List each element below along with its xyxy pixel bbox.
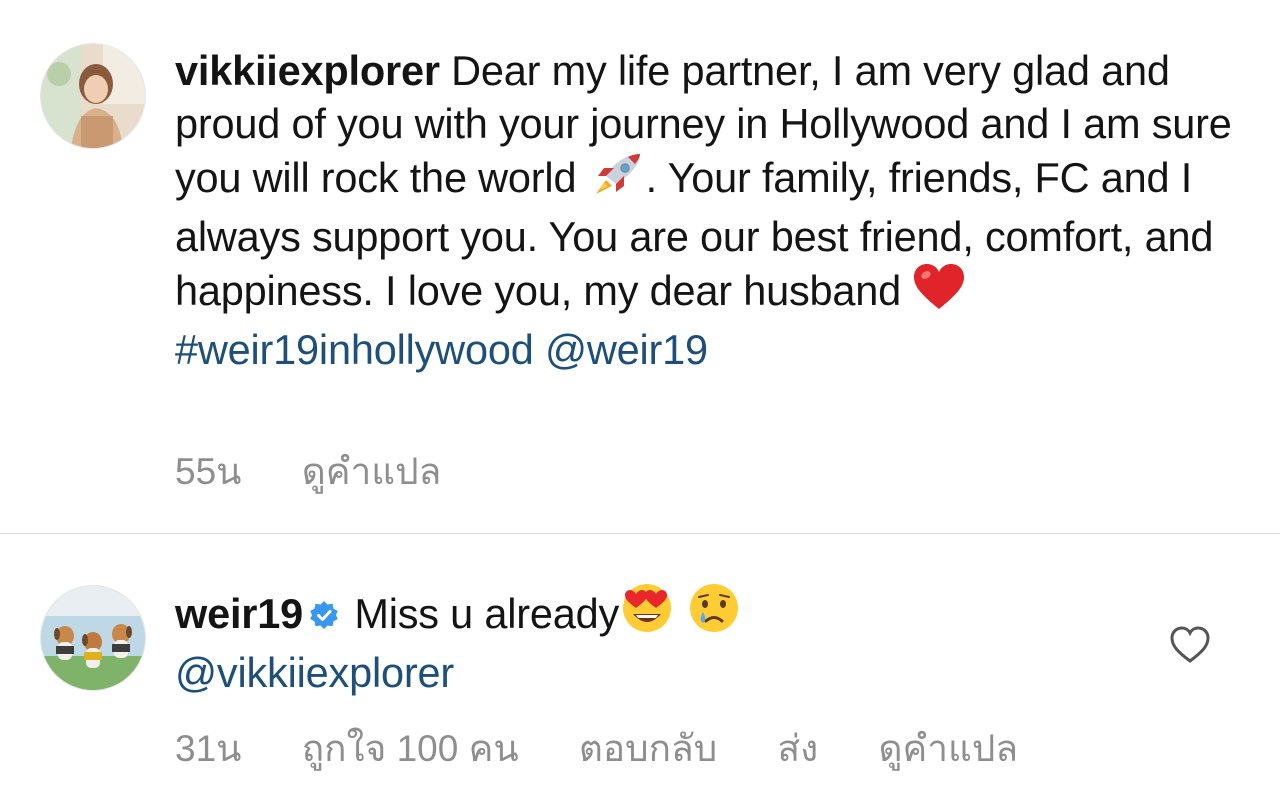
likes-count-button[interactable]: ถูกใจ 100 คน [302, 728, 519, 769]
heart-outline-icon [1170, 626, 1210, 663]
see-translation-button[interactable]: ดูคำแปล [878, 728, 1018, 769]
like-heart-button[interactable] [1168, 623, 1212, 667]
comment-text: vikkiiexplorer Dear my life partner, I a… [175, 45, 1245, 376]
dogs-photo-icon [41, 586, 145, 690]
reply-button[interactable]: ตอบกลับ [579, 728, 717, 769]
comment-username[interactable]: vikkiiexplorer [175, 47, 440, 94]
profile-photo-icon [41, 44, 145, 148]
crying-face-icon [686, 582, 742, 647]
send-button[interactable]: ส่ง [778, 728, 819, 769]
avatar-weir19[interactable] [40, 585, 146, 691]
see-translation-button[interactable]: ดูคำแปล [302, 451, 442, 492]
verified-badge-icon [309, 590, 339, 643]
avatar-vikkiiexplorer[interactable] [40, 43, 146, 149]
comment-text: weir19 Miss u already @vikkiiexplorer [175, 582, 1245, 699]
comment-time: 31น [175, 728, 242, 769]
hashtag-link[interactable]: #weir19inhollywood [175, 326, 534, 373]
red-heart-icon [912, 263, 966, 324]
comment-meta: 55น ดูคำแปล [175, 442, 491, 501]
comment-message: Miss u already [354, 590, 620, 637]
divider [0, 533, 1280, 534]
mention-link[interactable]: @weir19 [545, 326, 708, 373]
heart-eyes-face-icon [619, 582, 675, 647]
comment-meta: 31น ถูกใจ 100 คน ตอบกลับ ส่ง ดูคำแปล [175, 719, 1068, 778]
mention-link[interactable]: @vikkiiexplorer [175, 649, 454, 696]
rocket-icon [588, 150, 646, 211]
comment-username[interactable]: weir19 [175, 590, 303, 637]
comment-time: 55น [175, 451, 242, 492]
